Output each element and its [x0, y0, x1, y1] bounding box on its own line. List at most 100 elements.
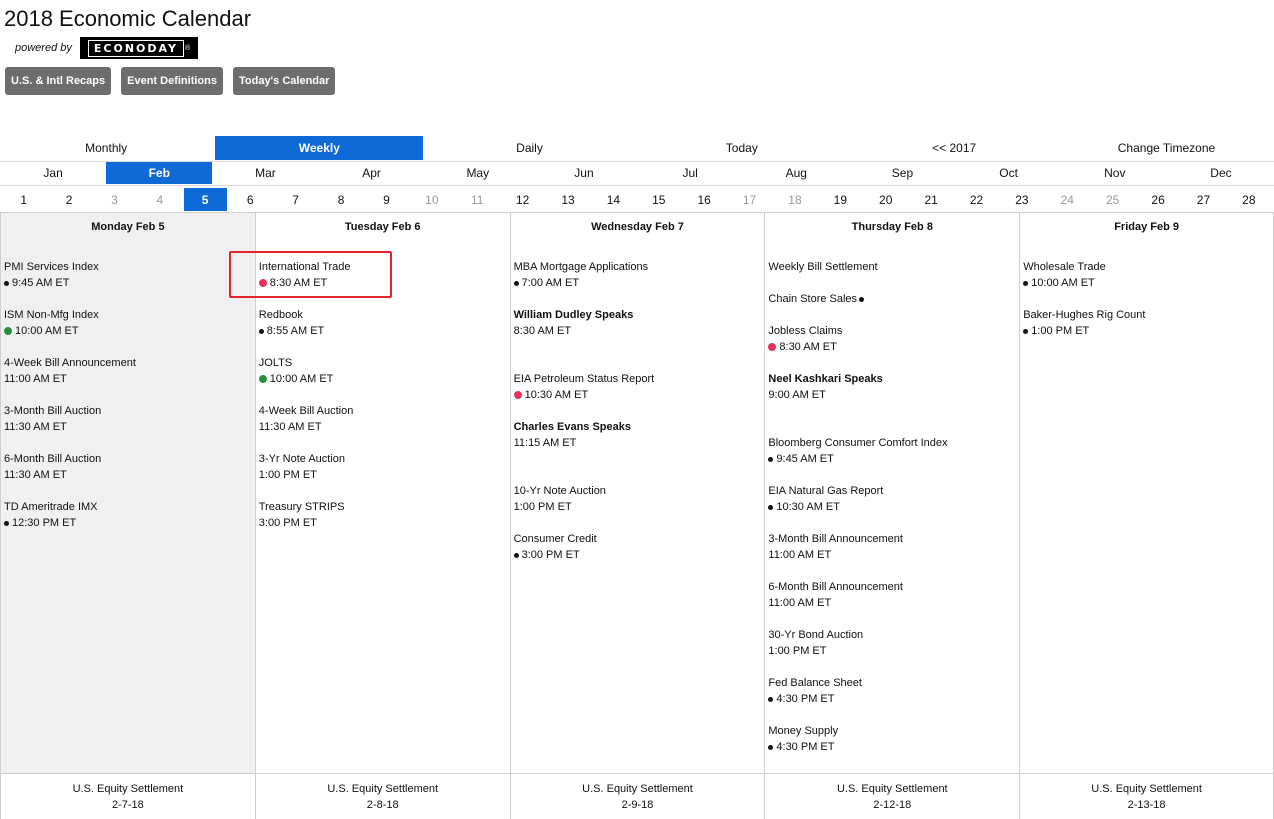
- day-12[interactable]: 12: [500, 188, 545, 211]
- calendar-event[interactable]: William Dudley Speaks 8:30 AM ET: [514, 307, 634, 339]
- calendar-event[interactable]: Consumer Credit 3:00 PM ET: [513, 531, 597, 563]
- calendar-event[interactable]: 10-Yr Note Auction 1:00 PM ET: [514, 483, 606, 515]
- calendar-event[interactable]: 3-Month Bill Auction 11:30 AM ET: [4, 403, 101, 435]
- day-4[interactable]: 4: [137, 188, 182, 211]
- event-name[interactable]: William Dudley Speaks: [514, 307, 634, 323]
- day-28[interactable]: 28: [1226, 188, 1271, 211]
- calendar-event[interactable]: 4-Week Bill Announcement 11:00 AM ET: [4, 355, 136, 387]
- event-name[interactable]: 4-Week Bill Announcement: [4, 355, 136, 371]
- day-16[interactable]: 16: [681, 188, 726, 211]
- event-name[interactable]: Consumer Credit: [514, 531, 597, 547]
- month-sep[interactable]: Sep: [849, 162, 955, 184]
- calendar-event[interactable]: EIA Petroleum Status Report 10:30 AM ET: [513, 371, 655, 403]
- today-s-calendar-button[interactable]: Today's Calendar: [232, 67, 336, 95]
- econoday-logo[interactable]: ECONODAY ®: [79, 37, 199, 59]
- month-aug[interactable]: Aug: [743, 162, 849, 184]
- event-name[interactable]: 3-Month Bill Announcement: [768, 531, 903, 547]
- event-definitions-button[interactable]: Event Definitions: [121, 67, 223, 95]
- month-oct[interactable]: Oct: [956, 162, 1062, 184]
- event-name[interactable]: Jobless Claims: [768, 323, 842, 339]
- calendar-event[interactable]: 3-Month Bill Announcement 11:00 AM ET: [768, 531, 903, 563]
- event-name[interactable]: 4-Week Bill Auction: [259, 403, 354, 419]
- view-tab-monthly[interactable]: Monthly: [0, 136, 212, 160]
- event-name[interactable]: Chain Store Sales: [768, 291, 867, 307]
- calendar-event[interactable]: Weekly Bill Settlement: [768, 259, 877, 275]
- month-jan[interactable]: Jan: [0, 162, 106, 184]
- calendar-event[interactable]: Neel Kashkari Speaks 9:00 AM ET: [768, 371, 882, 403]
- calendar-event[interactable]: Treasury STRIPS 3:00 PM ET: [259, 499, 345, 531]
- calendar-event[interactable]: TD Ameritrade IMX 12:30 PM ET: [4, 499, 98, 531]
- day-7[interactable]: 7: [273, 188, 318, 211]
- day-20[interactable]: 20: [863, 188, 908, 211]
- view-tab-today[interactable]: Today: [636, 136, 848, 160]
- event-name[interactable]: 30-Yr Bond Auction: [768, 627, 863, 643]
- day-6[interactable]: 6: [228, 188, 273, 211]
- day-10[interactable]: 10: [409, 188, 454, 211]
- calendar-event[interactable]: Baker-Hughes Rig Count 1:00 PM ET: [1023, 307, 1145, 339]
- view-tab-daily[interactable]: Daily: [423, 136, 635, 160]
- day-11[interactable]: 11: [455, 188, 500, 211]
- calendar-event[interactable]: ISM Non-Mfg Index 10:00 AM ET: [4, 307, 99, 339]
- calendar-event[interactable]: JOLTS 10:00 AM ET: [258, 355, 334, 387]
- day-15[interactable]: 15: [636, 188, 681, 211]
- day-21[interactable]: 21: [908, 188, 953, 211]
- calendar-event[interactable]: 4-Week Bill Auction 11:30 AM ET: [259, 403, 354, 435]
- calendar-event[interactable]: Jobless Claims 8:30 AM ET: [768, 323, 842, 355]
- calendar-event[interactable]: Fed Balance Sheet 4:30 PM ET: [768, 675, 862, 707]
- event-name[interactable]: TD Ameritrade IMX: [4, 499, 98, 515]
- event-name[interactable]: Baker-Hughes Rig Count: [1023, 307, 1145, 323]
- calendar-event[interactable]: 3-Yr Note Auction 1:00 PM ET: [259, 451, 345, 483]
- month-may[interactable]: May: [425, 162, 531, 184]
- day-23[interactable]: 23: [999, 188, 1044, 211]
- calendar-event[interactable]: International Trade 8:30 AM ET: [258, 259, 351, 291]
- calendar-event[interactable]: Redbook 8:55 AM ET: [258, 307, 324, 339]
- day-3[interactable]: 3: [92, 188, 137, 211]
- event-name[interactable]: Weekly Bill Settlement: [768, 259, 877, 275]
- day-5[interactable]: 5: [183, 188, 227, 211]
- event-name[interactable]: 3-Month Bill Auction: [4, 403, 101, 419]
- day-9[interactable]: 9: [364, 188, 409, 211]
- event-name[interactable]: EIA Petroleum Status Report: [514, 371, 655, 387]
- event-name[interactable]: Neel Kashkari Speaks: [768, 371, 882, 387]
- calendar-event[interactable]: PMI Services Index 9:45 AM ET: [4, 259, 99, 291]
- event-name[interactable]: PMI Services Index: [4, 259, 99, 275]
- event-name[interactable]: JOLTS: [259, 355, 334, 371]
- calendar-event[interactable]: 30-Yr Bond Auction 1:00 PM ET: [768, 627, 863, 659]
- month-nov[interactable]: Nov: [1062, 162, 1168, 184]
- day-19[interactable]: 19: [818, 188, 863, 211]
- day-18[interactable]: 18: [772, 188, 817, 211]
- event-name[interactable]: Treasury STRIPS: [259, 499, 345, 515]
- event-name[interactable]: EIA Natural Gas Report: [768, 483, 883, 499]
- event-name[interactable]: Fed Balance Sheet: [768, 675, 862, 691]
- day-13[interactable]: 13: [545, 188, 590, 211]
- event-name[interactable]: MBA Mortgage Applications: [514, 259, 649, 275]
- month-dec[interactable]: Dec: [1168, 162, 1274, 184]
- month-apr[interactable]: Apr: [319, 162, 425, 184]
- month-jul[interactable]: Jul: [637, 162, 743, 184]
- day-14[interactable]: 14: [591, 188, 636, 211]
- day-25[interactable]: 25: [1090, 188, 1135, 211]
- calendar-event[interactable]: Bloomberg Consumer Comfort Index 9:45 AM …: [768, 435, 948, 467]
- calendar-event[interactable]: Chain Store Sales: [768, 291, 867, 307]
- event-name[interactable]: Money Supply: [768, 723, 838, 739]
- calendar-event[interactable]: EIA Natural Gas Report 10:30 AM ET: [768, 483, 883, 515]
- day-22[interactable]: 22: [954, 188, 999, 211]
- calendar-event[interactable]: Charles Evans Speaks 11:15 AM ET: [514, 419, 631, 451]
- event-name[interactable]: Charles Evans Speaks: [514, 419, 631, 435]
- month-feb[interactable]: Feb: [106, 162, 213, 184]
- u-s-intl-recaps-button[interactable]: U.S. & Intl Recaps: [5, 67, 112, 95]
- month-jun[interactable]: Jun: [531, 162, 637, 184]
- month-mar[interactable]: Mar: [212, 162, 318, 184]
- event-name[interactable]: 6-Month Bill Announcement: [768, 579, 903, 595]
- calendar-event[interactable]: MBA Mortgage Applications 7:00 AM ET: [513, 259, 649, 291]
- event-name[interactable]: 3-Yr Note Auction: [259, 451, 345, 467]
- event-name[interactable]: ISM Non-Mfg Index: [4, 307, 99, 323]
- day-8[interactable]: 8: [318, 188, 363, 211]
- day-2[interactable]: 2: [46, 188, 91, 211]
- view-tab-change-timezone[interactable]: Change Timezone: [1060, 136, 1272, 160]
- day-17[interactable]: 17: [727, 188, 772, 211]
- view-tab-2017[interactable]: << 2017: [848, 136, 1060, 160]
- event-name[interactable]: 6-Month Bill Auction: [4, 451, 101, 467]
- calendar-event[interactable]: 6-Month Bill Announcement 11:00 AM ET: [768, 579, 903, 611]
- event-name[interactable]: Bloomberg Consumer Comfort Index: [768, 435, 947, 451]
